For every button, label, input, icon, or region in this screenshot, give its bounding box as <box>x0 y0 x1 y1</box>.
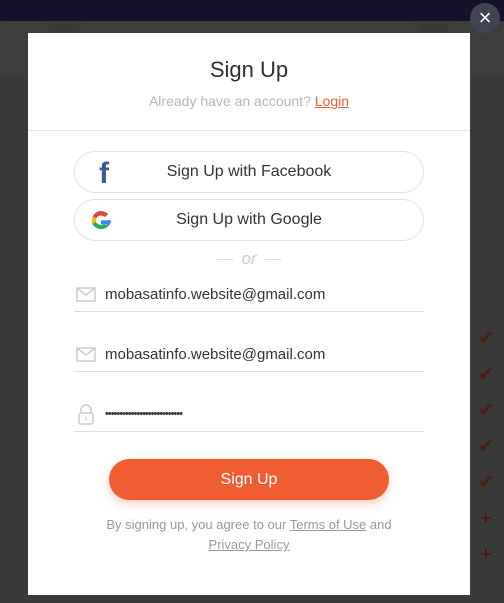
close-icon[interactable]: × <box>470 3 500 33</box>
terms-text: By signing up, you agree to our <box>106 517 287 532</box>
facebook-button-label: Sign Up with Facebook <box>166 163 332 180</box>
google-signup-button[interactable]: Sign Up with Google <box>74 199 424 241</box>
login-prompt: Already have an account? Login <box>28 93 470 109</box>
terms-and-text: and <box>369 517 392 532</box>
divider <box>28 130 470 131</box>
envelope-icon <box>76 286 96 307</box>
google-button-label: Sign Up with Google <box>176 211 322 228</box>
privacy-policy-link[interactable]: Privacy Policy <box>209 537 290 552</box>
signup-modal: Sign Up Already have an account? Login f… <box>28 33 470 595</box>
svg-text:f: f <box>99 157 110 190</box>
modal-title: Sign Up <box>209 57 289 82</box>
password-field <box>74 398 424 432</box>
check-icon: ✔ <box>478 436 494 456</box>
or-divider: or <box>28 249 470 269</box>
google-icon <box>89 200 113 256</box>
facebook-signup-button[interactable]: f Sign Up with Facebook <box>74 151 424 193</box>
envelope-icon <box>76 346 96 367</box>
check-icon: ✔ <box>478 364 494 384</box>
check-icon: ✔ <box>478 328 494 348</box>
login-link[interactable]: Login <box>315 93 349 109</box>
check-icon: ✔ <box>478 400 494 420</box>
page-header-background <box>0 0 504 21</box>
lock-icon <box>76 403 96 430</box>
plus-icon: + <box>480 508 492 528</box>
check-icon: ✔ <box>478 472 494 492</box>
confirm-email-input[interactable] <box>105 340 415 368</box>
terms-notice: By signing up, you agree to our Terms of… <box>88 515 410 555</box>
signup-submit-button[interactable]: Sign Up <box>109 459 389 500</box>
password-input[interactable] <box>105 400 415 428</box>
confirm-email-field <box>74 338 424 372</box>
email-field <box>74 278 424 312</box>
plus-icon: + <box>480 544 492 564</box>
background-feature-marks: ✔ ✔ ✔ ✔ ✔ + + <box>476 326 496 578</box>
email-input[interactable] <box>105 280 415 308</box>
terms-of-use-link[interactable]: Terms of Use <box>290 517 367 532</box>
login-prompt-text: Already have an account? <box>148 93 311 109</box>
